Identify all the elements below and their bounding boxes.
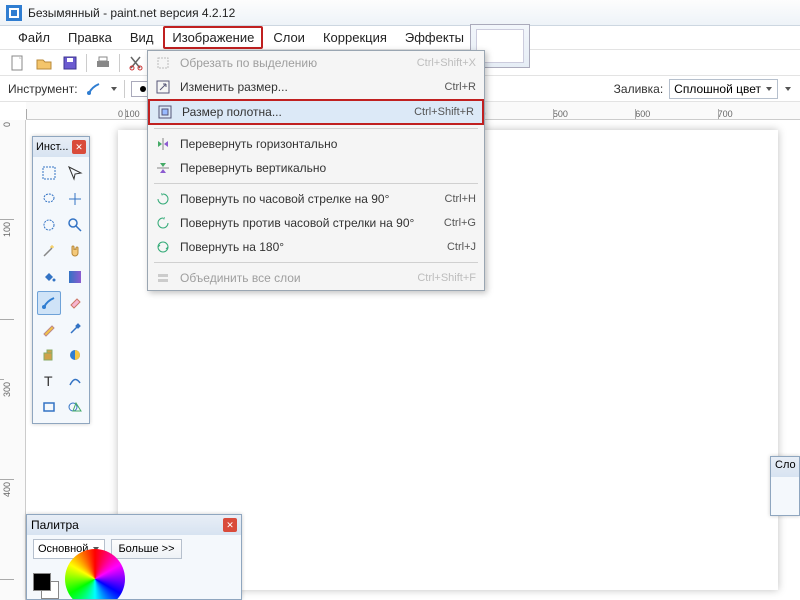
tool-move[interactable] — [63, 161, 87, 185]
tool-line[interactable] — [63, 369, 87, 393]
menu-separator — [154, 262, 478, 263]
tool-clone[interactable] — [37, 343, 61, 367]
tool-shapes[interactable] — [63, 395, 87, 419]
new-icon[interactable] — [8, 53, 28, 73]
menu-crop-to-selection[interactable]: Обрезать по выделению Ctrl+Shift+X — [148, 51, 484, 75]
palette-swatches[interactable] — [33, 573, 59, 599]
resize-icon — [154, 78, 172, 96]
close-icon[interactable]: ✕ — [223, 518, 237, 532]
tools-panel-title[interactable]: Инст... ✕ — [33, 137, 89, 157]
save-icon[interactable] — [60, 53, 80, 73]
menu-rotate-180[interactable]: Повернуть на 180° Ctrl+J — [148, 235, 484, 259]
flip-h-icon — [154, 135, 172, 153]
open-icon[interactable] — [34, 53, 54, 73]
close-icon[interactable]: ✕ — [72, 140, 86, 154]
title-bar: Безымянный - paint.net версия 4.2.12 — [0, 0, 800, 26]
tool-pan[interactable] — [63, 239, 87, 263]
tool-zoom[interactable] — [63, 213, 87, 237]
brush-icon[interactable] — [84, 79, 104, 99]
fill-mode-value: Сплошной цвет — [674, 82, 761, 96]
tool-lasso[interactable] — [37, 187, 61, 211]
separator — [119, 54, 120, 72]
layers-panel[interactable]: Сло — [770, 456, 800, 516]
palette-panel[interactable]: Палитра ✕ Основной Больше >> — [26, 514, 242, 600]
menu-view[interactable]: Вид — [122, 27, 162, 48]
layers-title[interactable]: Сло — [771, 457, 799, 477]
tool-move-selection[interactable] — [63, 187, 87, 211]
tool-brush[interactable] — [37, 291, 61, 315]
tool-ellipse-select[interactable] — [37, 213, 61, 237]
separator — [86, 54, 87, 72]
instrument-label: Инструмент: — [8, 82, 78, 96]
flip-v-icon — [154, 159, 172, 177]
flatten-icon — [154, 269, 172, 287]
app-icon — [6, 5, 22, 21]
menu-flip-vertical[interactable]: Перевернуть вертикально — [148, 156, 484, 180]
menu-layers[interactable]: Слои — [265, 27, 313, 48]
tool-pencil[interactable] — [37, 317, 61, 341]
menu-rotate-ccw[interactable]: Повернуть против часовой стрелки на 90° … — [148, 211, 484, 235]
menu-correction[interactable]: Коррекция — [315, 27, 395, 48]
canvas-size-icon — [156, 103, 174, 121]
color-wheel[interactable] — [65, 549, 125, 600]
tool-bucket[interactable] — [37, 265, 61, 289]
tool-rectangle[interactable] — [37, 395, 61, 419]
menu-bar: Файл Правка Вид Изображение Слои Коррекц… — [0, 26, 800, 50]
rotate-ccw-icon — [154, 214, 172, 232]
fill-mode-select[interactable]: Сплошной цвет — [669, 79, 778, 99]
svg-text:T: T — [44, 373, 53, 389]
palette-title[interactable]: Палитра ✕ — [27, 515, 241, 535]
rotate-180-icon — [154, 238, 172, 256]
crop-icon — [154, 54, 172, 72]
dropdown-icon[interactable] — [784, 85, 792, 93]
print-icon[interactable] — [93, 53, 113, 73]
tool-eyedropper[interactable] — [63, 317, 87, 341]
menu-canvas-size[interactable]: Размер полотна... Ctrl+Shift+R — [148, 99, 484, 125]
tool-magic-wand[interactable] — [37, 239, 61, 263]
menu-separator — [154, 183, 478, 184]
separator — [124, 80, 125, 98]
cut-icon[interactable] — [126, 53, 146, 73]
menu-image-dropdown: Обрезать по выделению Ctrl+Shift+X Измен… — [147, 50, 485, 291]
menu-rotate-cw[interactable]: Повернуть по часовой стрелке на 90° Ctrl… — [148, 187, 484, 211]
palette-more-button[interactable]: Больше >> — [111, 539, 181, 559]
menu-separator — [154, 128, 478, 129]
tool-recolor[interactable] — [63, 343, 87, 367]
menu-resize[interactable]: Изменить размер... Ctrl+R — [148, 75, 484, 99]
menu-file[interactable]: Файл — [10, 27, 58, 48]
tool-gradient[interactable] — [63, 265, 87, 289]
window-title: Безымянный - paint.net версия 4.2.12 — [28, 6, 235, 20]
menu-effects[interactable]: Эффекты — [397, 27, 472, 48]
tools-panel[interactable]: Инст... ✕ T — [32, 136, 90, 424]
chevron-down-icon — [765, 85, 773, 93]
menu-flip-horizontal[interactable]: Перевернуть горизонтально — [148, 132, 484, 156]
ruler-vertical: 0 100 300 400 — [0, 120, 26, 600]
tool-rect-select[interactable] — [37, 161, 61, 185]
rotate-cw-icon — [154, 190, 172, 208]
menu-image[interactable]: Изображение — [163, 26, 263, 49]
menu-flatten[interactable]: Объединить все слои Ctrl+Shift+F — [148, 266, 484, 290]
tool-eraser[interactable] — [63, 291, 87, 315]
fill-label: Заливка: — [614, 82, 664, 96]
dropdown-icon[interactable] — [110, 85, 118, 93]
tool-text[interactable]: T — [37, 369, 61, 393]
menu-edit[interactable]: Правка — [60, 27, 120, 48]
